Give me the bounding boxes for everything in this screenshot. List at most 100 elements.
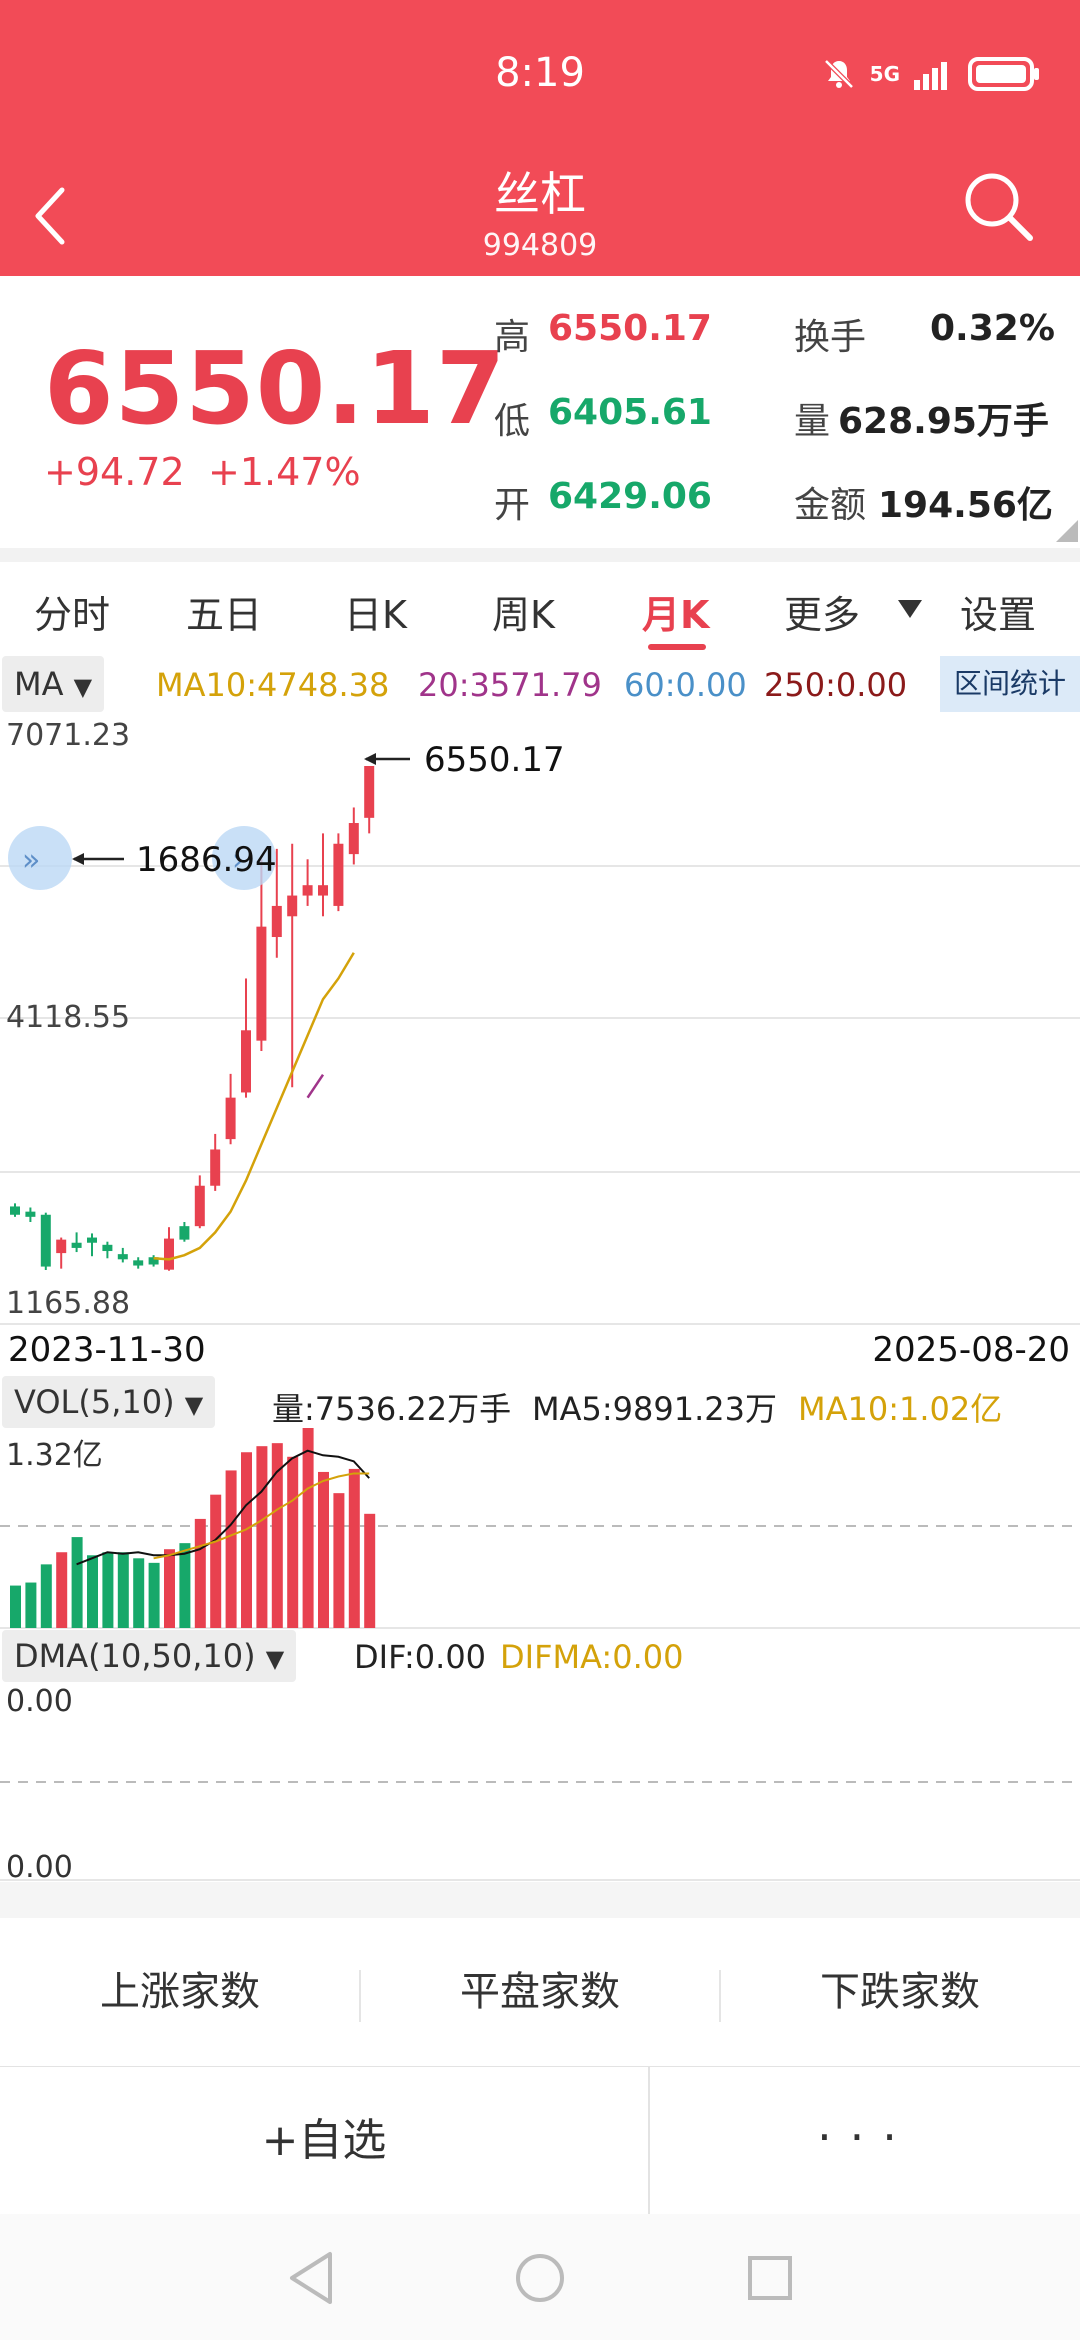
action-bar: +自选 ···: [0, 2066, 1080, 2215]
nav-back-icon[interactable]: [286, 2250, 336, 2306]
advancers-button[interactable]: 上涨家数: [0, 1918, 360, 2066]
candle: [348, 807, 359, 865]
candle: [164, 1227, 174, 1271]
more-actions-button[interactable]: ···: [652, 2067, 1080, 2215]
volume-bar: [10, 1585, 21, 1628]
svg-text:»: »: [22, 843, 40, 878]
candle-body: [256, 926, 267, 1041]
candle: [287, 843, 298, 1088]
candle: [333, 833, 344, 912]
volume-chart[interactable]: [0, 1428, 1080, 1630]
dma-selector[interactable]: DMA(10,50,10) ▼: [2, 1630, 297, 1682]
tab-monthly-k[interactable]: 月K: [642, 584, 709, 639]
volume-bar: [148, 1562, 160, 1628]
status-icons: 5G: [822, 56, 1040, 92]
start-date: 2023-11-30: [8, 1330, 206, 1370]
dif-value: DIF:0.00: [354, 1638, 487, 1676]
ma10-line: [153, 952, 355, 1261]
chevron-down-icon: ▼: [265, 1645, 285, 1673]
kline-chart[interactable]: 6550.17 » › 1686.94: [0, 712, 1080, 1326]
candle: [225, 1073, 236, 1145]
candle-body: [333, 843, 344, 906]
candle: [40, 1212, 51, 1270]
dma-chart[interactable]: [0, 1682, 1080, 1882]
candle-body: [364, 766, 375, 818]
high-value: 6550.17: [548, 308, 712, 349]
decliners-button[interactable]: 下跌家数: [720, 1918, 1080, 2066]
turnover-value: 0.32%: [930, 308, 1055, 349]
volume-bar: [25, 1582, 37, 1628]
scroll-left-icon[interactable]: »: [8, 826, 72, 890]
candle-body: [40, 1214, 51, 1267]
tab-daily-k[interactable]: 日K: [344, 584, 407, 639]
nav-home-icon[interactable]: [514, 2252, 566, 2304]
candle-body: [179, 1226, 190, 1240]
search-icon[interactable]: [962, 170, 1036, 244]
candle-body: [117, 1254, 128, 1260]
candle: [194, 1175, 205, 1229]
active-tab-indicator: [648, 644, 706, 650]
volume-bar: [40, 1564, 52, 1628]
y-axis-mid: 4118.55: [6, 1000, 131, 1035]
ma10-value: MA10:4748.38: [156, 666, 390, 704]
vol-value: 量:7536.22万手: [272, 1390, 512, 1428]
candle-body: [10, 1206, 20, 1215]
system-nav-bar: [0, 2214, 1080, 2340]
volume-bar: [287, 1456, 299, 1628]
volume-bar: [333, 1493, 345, 1628]
candle-body: [164, 1238, 174, 1270]
current-price: 6550.17: [44, 330, 507, 447]
volume-bar: [210, 1494, 222, 1628]
add-watchlist-button[interactable]: +自选: [0, 2067, 648, 2215]
tab-weekly-k[interactable]: 周K: [492, 584, 555, 639]
volume-bar: [56, 1552, 68, 1628]
candle: [148, 1255, 159, 1267]
ma20-value: 20:3571.79: [418, 666, 602, 704]
nav-recents-icon[interactable]: [746, 2254, 794, 2302]
tab-more[interactable]: 更多: [784, 584, 860, 639]
candle: [102, 1241, 113, 1259]
ma-selector[interactable]: MA ▼: [2, 656, 105, 712]
tab-five-day[interactable]: 五日: [186, 584, 262, 639]
divider: [648, 2067, 650, 2215]
candle-body: [271, 905, 282, 938]
ma20-line: [306, 1073, 325, 1099]
ma60-value: 60:0.00: [624, 666, 747, 704]
page-title: 丝杠: [494, 167, 586, 221]
candle: [179, 1222, 190, 1242]
unchanged-button[interactable]: 平盘家数: [360, 1918, 720, 2066]
more-dropdown-icon[interactable]: [896, 598, 924, 620]
vol-ma5-value: MA5:9891.23万: [532, 1390, 777, 1428]
candle: [133, 1257, 144, 1269]
volume-label: 量: [794, 401, 831, 442]
bottom-divider: [0, 1882, 1080, 1918]
ma-selector-label: MA: [14, 665, 64, 703]
vol-selector-label: VOL(5,10): [14, 1383, 175, 1421]
max-price-annotation: 6550.17: [364, 740, 565, 780]
candle-body: [25, 1211, 36, 1217]
volume-bar: [87, 1555, 98, 1628]
tab-settings[interactable]: 设置: [960, 584, 1036, 639]
expand-corner-icon[interactable]: [1056, 520, 1078, 542]
candle-body: [241, 1030, 251, 1093]
candle-body: [348, 823, 359, 855]
volume-indicator-bar: VOL(5,10) ▼ 量:7536.22万手 MA5:9891.23万 MA1…: [0, 1376, 1080, 1428]
volume-bar: [256, 1446, 268, 1628]
dma-top-label: 0.00: [6, 1684, 73, 1719]
candle-body: [302, 885, 313, 896]
vol-selector[interactable]: VOL(5,10) ▼: [2, 1376, 216, 1428]
market-breadth-row: 上涨家数 平盘家数 下跌家数: [0, 1918, 1080, 2066]
candle: [241, 978, 251, 1098]
stock-code: 994809: [482, 228, 598, 263]
candle-body: [133, 1260, 144, 1266]
mute-bell-icon: [823, 59, 854, 89]
candle: [256, 859, 267, 1052]
low-label: 低: [494, 401, 531, 442]
tab-intraday[interactable]: 分时: [34, 584, 110, 639]
period-tabs: 分时 五日 日K 周K 月K 更多 设置: [0, 566, 1080, 652]
candle-body: [194, 1185, 205, 1227]
app-header: 8:19 5G 丝杠 994809: [0, 0, 1080, 276]
range-stat-button[interactable]: 区间统计: [939, 656, 1080, 712]
section-divider: [0, 548, 1080, 562]
vol-top-label: 1.32亿: [6, 1438, 103, 1473]
